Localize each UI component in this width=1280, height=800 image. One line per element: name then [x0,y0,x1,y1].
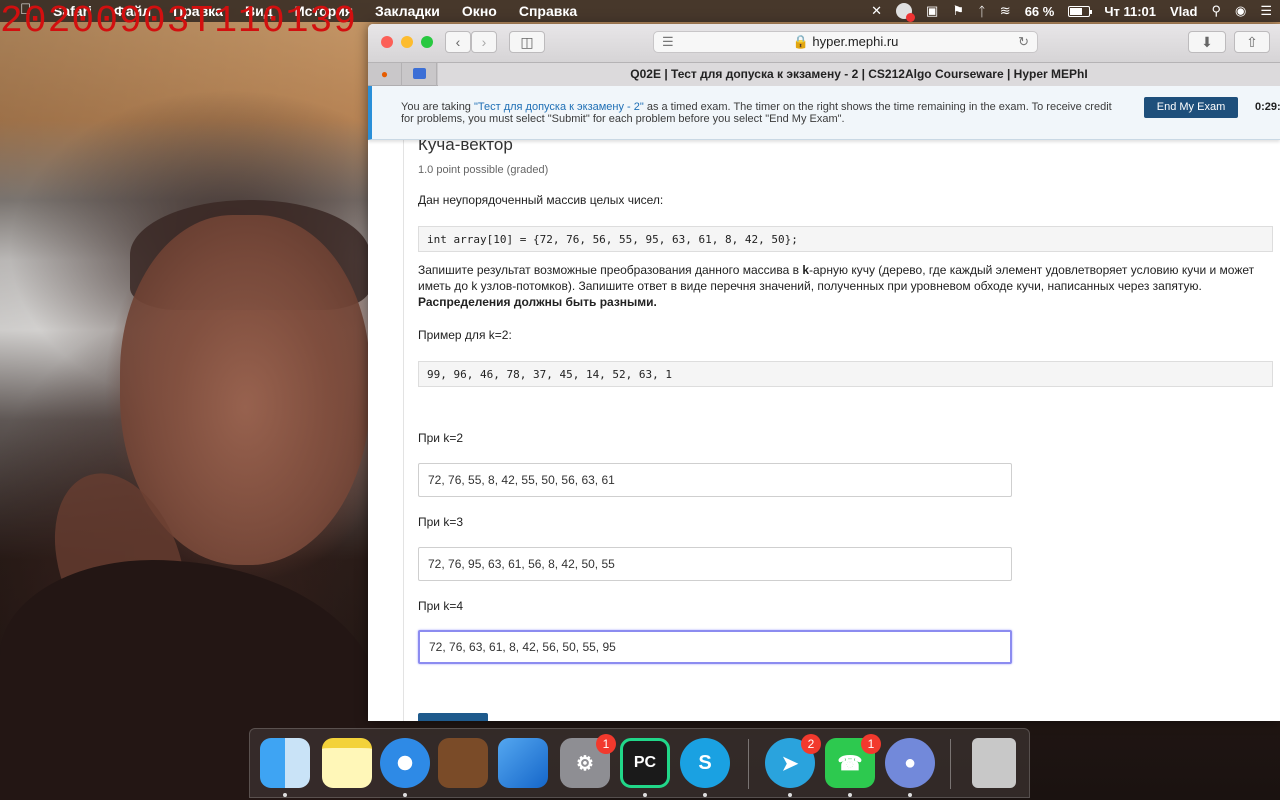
running-indicator [643,793,647,797]
browser-window: ‹ › ◫ ☰ 🔒 hyper.mephi.ru ↻ ⬇ ⇧ ● Q02E | … [368,24,1280,721]
problem-description: Запишите результат возможные преобразова… [418,262,1266,310]
desc-bold: Распределения должны быть разными. [418,295,657,309]
list-icon[interactable]: ☰ [1260,3,1272,19]
wifi-icon[interactable]: ≋ [1000,3,1011,19]
dock: ⚙ 1 PC S ➤ 2 ☎ 1 ● [249,728,1030,798]
pycharm-label: PC [633,754,657,771]
running-indicator [908,793,912,797]
title-bar: ‹ › ◫ ☰ 🔒 hyper.mephi.ru ↻ ⬇ ⇧ [368,24,1280,62]
discord-icon[interactable]: ● [885,738,935,788]
desc-k: k [802,263,810,277]
url-text: hyper.mephi.ru [812,34,899,49]
end-exam-button[interactable]: End My Exam [1144,97,1238,118]
recording-timestamp: 20200903T110139 [0,0,358,43]
clock[interactable]: Чт 11:01 [1104,4,1156,19]
pycharm-icon[interactable]: PC [620,738,670,788]
chevron-right-icon: › [481,34,487,50]
page-content: You are taking "Тест для допуска к экзам… [368,86,1280,721]
xcode-icon[interactable] [498,738,548,788]
content-divider [403,140,404,721]
zoom-window-button[interactable] [421,36,433,48]
running-indicator [848,793,852,797]
problem-points: 1.0 point possible (graded) [418,164,549,176]
facetime-icon[interactable]: ☎ 1 [825,734,881,788]
problem-intro: Дан неупорядоченный массив целых чисел: [418,193,664,207]
user-name[interactable]: Vlad [1170,4,1197,19]
flag-icon[interactable]: ⚑ [952,3,964,19]
back-button[interactable]: ‹ [445,31,471,53]
exam-banner: You are taking "Тест для допуска к экзам… [368,86,1280,140]
lock-icon: 🔒 [792,34,809,49]
forward-button[interactable]: › [471,31,497,53]
reload-icon[interactable]: ↻ [1018,32,1029,52]
telegram-icon[interactable]: ➤ 2 [765,734,821,788]
pinned-tab-2[interactable] [403,63,437,86]
downloads-button[interactable]: ⬇ [1188,31,1226,53]
reader-icon[interactable]: ☰ [662,32,674,52]
example-code-block: 99, 96, 46, 78, 37, 45, 14, 52, 63, 1 [418,361,1273,387]
array-code-block: int array[10] = {72, 76, 56, 55, 95, 63,… [418,226,1273,252]
minimize-window-button[interactable] [401,36,413,48]
battery-icon[interactable] [1068,5,1093,17]
siri-icon[interactable]: ◉ [1235,3,1246,19]
chevron-left-icon: ‹ [455,34,461,50]
running-indicator [403,793,407,797]
exam-link[interactable]: "Тест для допуска к экзамену - 2" [474,101,644,113]
address-bar[interactable]: ☰ 🔒 hyper.mephi.ru ↻ [653,31,1038,53]
share-icon: ⇧ [1246,34,1258,50]
submit-button[interactable] [418,713,488,721]
message-icon[interactable]: ▣ [926,3,938,19]
system-preferences-icon[interactable]: ⚙ 1 [560,734,616,788]
dock-separator [748,739,749,789]
facetime-badge: 1 [861,734,881,754]
desc-part-1: Запишите результат возможные преобразова… [418,263,803,277]
firefox-icon: ● [380,67,389,81]
share-button[interactable]: ⇧ [1234,31,1270,53]
menu-help[interactable]: Справка [519,3,577,19]
menu-window[interactable]: Окно [462,3,497,19]
close-window-button[interactable] [381,36,393,48]
pinned-tab-1[interactable]: ● [368,63,402,86]
trash-icon[interactable] [972,738,1016,788]
answer-input-k3[interactable] [418,547,1012,581]
answer-input-k4[interactable] [418,630,1012,664]
telegram-badge: 2 [801,734,821,754]
status-area: ✕ ▣ ⚑ ᛏ ≋ 66 % Чт 11:01 Vlad ⚲ ◉ ☰ [871,3,1272,22]
example-label: Пример для k=2: [418,328,512,342]
tab-bar: ● Q02E | Тест для допуска к экзамену - 2… [368,62,1280,86]
safari-icon[interactable] [380,738,430,788]
active-tab[interactable]: Q02E | Тест для допуска к экзамену - 2 |… [438,63,1280,86]
search-icon[interactable]: ⚲ [1211,3,1221,19]
exam-banner-message: You are taking "Тест для допуска к экзам… [401,101,1121,125]
running-indicator [788,793,792,797]
chat-icon [413,68,426,79]
finder-icon[interactable] [260,738,310,788]
question-label-k3: При k=3 [418,515,464,529]
menu-bookmarks[interactable]: Закладки [375,3,440,19]
sidebar-icon: ◫ [520,34,534,50]
skype-icon[interactable]: S [680,738,730,788]
garageband-icon[interactable] [438,738,488,788]
notification-app-icon[interactable] [896,3,916,22]
exam-timer: 0:29: [1255,101,1280,113]
running-indicator [283,793,287,797]
sidebar-toggle-button[interactable]: ◫ [509,31,545,53]
bluetooth-icon[interactable]: ᛏ [978,4,986,19]
banner-text-prefix: You are taking [401,101,474,113]
question-label-k4: При k=4 [418,599,464,613]
running-indicator [703,793,707,797]
answer-input-k2[interactable] [418,463,1012,497]
question-label-k2: При k=2 [418,431,464,445]
dock-separator [950,739,951,789]
notes-icon[interactable] [322,738,372,788]
tool-icon[interactable]: ✕ [871,3,882,19]
battery-percent[interactable]: 66 % [1025,4,1055,19]
prefs-badge: 1 [596,734,616,754]
download-icon: ⬇ [1201,34,1213,50]
